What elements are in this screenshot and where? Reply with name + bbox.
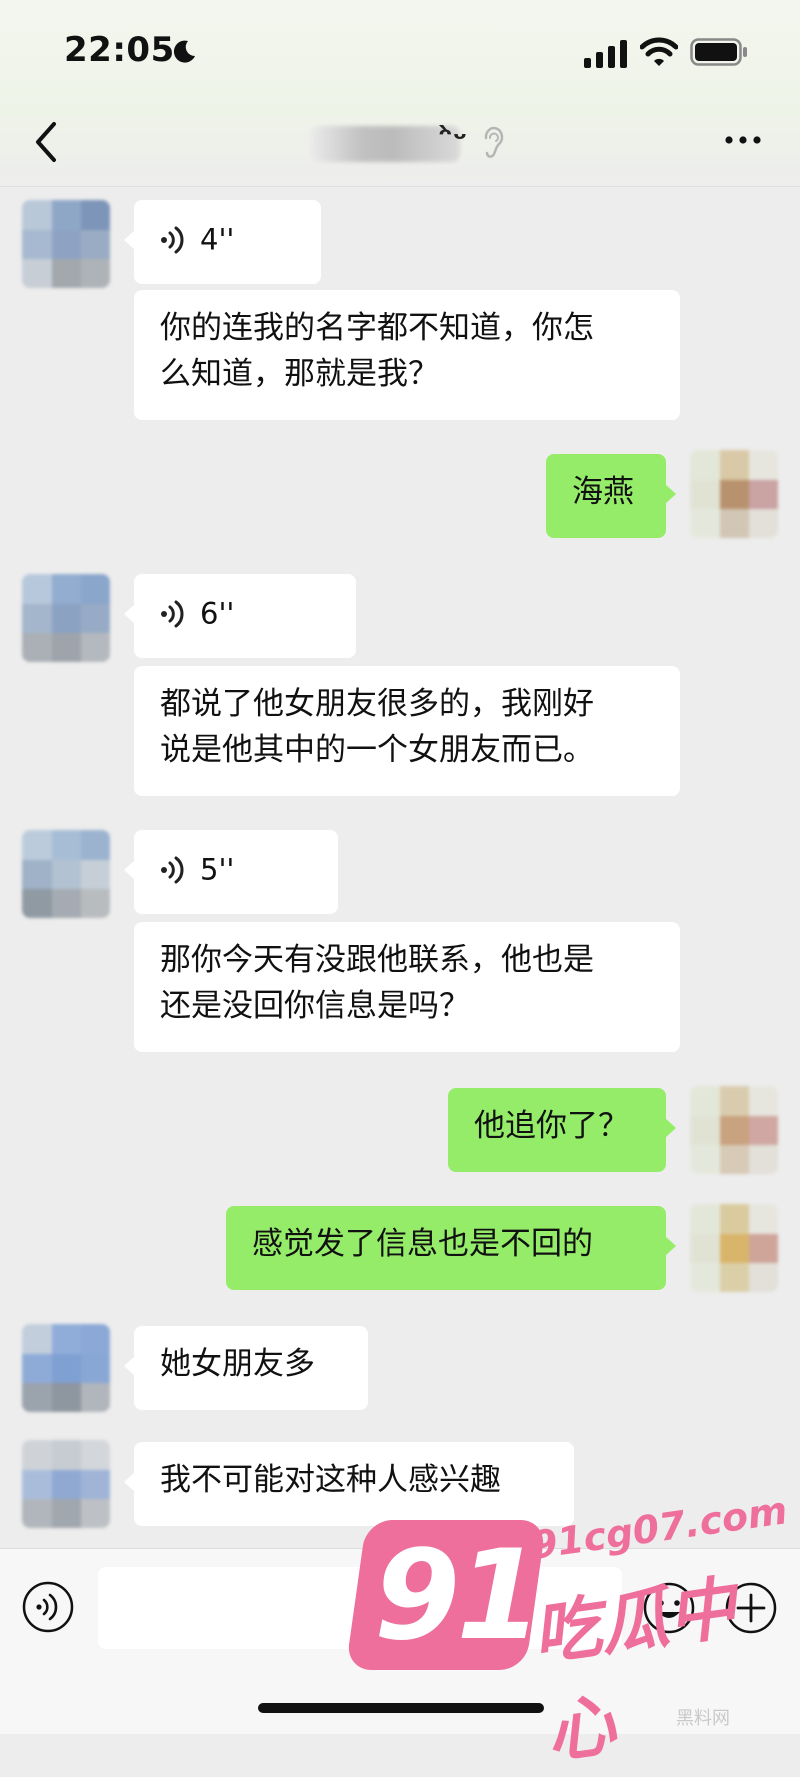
home-indicator xyxy=(258,1703,544,1713)
chat-title[interactable]: ᵔ̀ᵕ xyxy=(310,118,510,164)
message-line: 我不可能对这种人感兴趣 xyxy=(160,1462,501,1498)
message-line: 那你今天有没跟他联系，他也是 xyxy=(160,942,594,978)
voice-message[interactable]: 5'' xyxy=(124,830,338,914)
voice-duration: 5'' xyxy=(200,852,235,887)
avatar[interactable] xyxy=(22,200,110,288)
watermark-logo: 91 91cg07.com 吃瓜中心 xyxy=(345,1488,790,1774)
message-line: 还是没回你信息是吗？ xyxy=(160,988,470,1024)
battery-icon xyxy=(690,38,747,66)
watermark-number: 91 xyxy=(374,1524,543,1668)
my-avatar[interactable] xyxy=(690,1204,778,1292)
voice-wave-icon xyxy=(161,600,184,627)
text-message-sent[interactable]: 海燕 xyxy=(546,454,676,538)
avatar[interactable] xyxy=(22,1324,110,1412)
avatar[interactable] xyxy=(22,574,110,662)
watermark-name: 吃瓜中心 xyxy=(527,1568,741,1774)
my-avatar[interactable] xyxy=(690,1086,778,1174)
ear-icon xyxy=(484,126,504,158)
status-time: 22:05 xyxy=(64,30,175,70)
avatar[interactable] xyxy=(22,1440,110,1528)
message-line: 他追你了？ xyxy=(474,1108,629,1144)
message-line: 感觉发了信息也是不回的 xyxy=(252,1226,593,1262)
message-line: 么知道，那就是我？ xyxy=(160,356,439,392)
text-message[interactable]: 她女朋友多 xyxy=(124,1326,368,1410)
my-avatar[interactable] xyxy=(690,450,778,538)
voice-message[interactable]: 4'' xyxy=(124,200,321,284)
more-dots-icon[interactable] xyxy=(722,120,764,160)
message-line: 她女朋友多 xyxy=(160,1346,315,1382)
message-line: 海燕 xyxy=(572,474,634,510)
message-line: 都说了他女朋友很多的，我刚好 xyxy=(160,686,594,722)
message-line: 说是他其中的一个女朋友而已。 xyxy=(160,732,594,768)
moon-icon xyxy=(173,40,195,63)
text-message-sent[interactable]: 感觉发了信息也是不回的 xyxy=(226,1206,676,1290)
signal-icon xyxy=(584,40,627,68)
voice-duration: 6'' xyxy=(200,596,235,631)
text-message[interactable]: 那你今天有没跟他联系，他也是 还是没回你信息是吗？ xyxy=(134,922,680,1052)
wifi-icon xyxy=(640,37,678,66)
voice-duration: 4'' xyxy=(200,222,235,257)
chat-header: 22:05 ᵔ̀ᵕ xyxy=(0,0,800,187)
voice-wave-icon xyxy=(161,856,184,883)
text-message[interactable]: 都说了他女朋友很多的，我刚好 说是他其中的一个女朋友而已。 xyxy=(134,666,680,796)
text-message-sent[interactable]: 他追你了？ xyxy=(448,1088,676,1172)
message-list[interactable]: 4'' 你的连我的名字都不知道，你怎 么知道，那就是我？ 海燕 6'' 都说了他… xyxy=(0,186,800,1548)
avatar[interactable] xyxy=(22,830,110,918)
voice-message[interactable]: 6'' xyxy=(124,574,356,658)
corner-watermark: 黑料网 xyxy=(676,1708,730,1729)
voice-wave-icon xyxy=(161,226,184,253)
message-line: 你的连我的名字都不知道，你怎 xyxy=(160,310,594,346)
back-button[interactable] xyxy=(28,118,64,166)
title-text: ᵔ̀ᵕ xyxy=(438,122,468,157)
text-message[interactable]: 你的连我的名字都不知道，你怎 么知道，那就是我？ xyxy=(134,290,680,420)
voice-input-button[interactable] xyxy=(22,1581,74,1633)
